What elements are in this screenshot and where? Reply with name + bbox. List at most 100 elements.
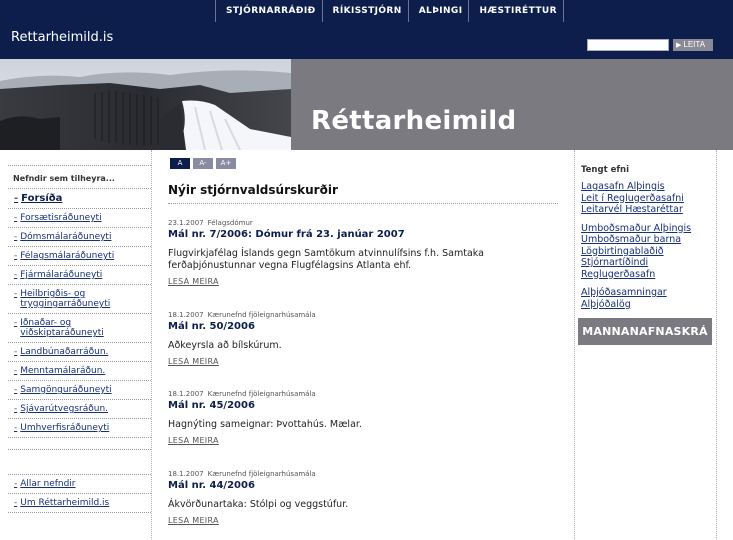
dash-marker: - [14, 232, 18, 242]
left-nav-item-label: Dómsmálaráðuneyti [20, 232, 112, 242]
left-nav-item-umhverfis[interactable]: - Umhverfisráðuneyti [8, 419, 151, 438]
left-nav-item-idnadar[interactable]: - Iðnaðar- og viðskiptaráðuneyti [8, 314, 151, 343]
entry-meta: 18.1.2007 Kærunefnd fjöleignarhúsamála [168, 390, 558, 398]
entry-title[interactable]: Mál nr. 44/2006 [168, 480, 558, 491]
left-nav: Nefndir sem tilheyra... - Forsíða - Forsæt… [8, 165, 151, 438]
dash-marker: - [14, 251, 18, 261]
site-logo[interactable]: Rettarheimild.is [11, 30, 113, 45]
nav-stjornarradid[interactable]: STJÓRNARRÁÐIÐ [215, 0, 322, 22]
left-nav-item-label: Landbúnaðarráðun. [20, 347, 109, 357]
read-more-link[interactable]: LESA MEIRA [168, 436, 558, 445]
dash-marker: - [14, 479, 18, 489]
right-edge-divider [716, 150, 717, 540]
dash-marker: - [14, 318, 18, 328]
dash-marker: - [14, 347, 18, 357]
mannanafnaskra-button[interactable]: MANNANAFNASKRÁ [578, 318, 712, 345]
left-nav-secondary: - Allar nefndir - Um Réttarheimild.is [8, 449, 151, 513]
entry-title[interactable]: Mál nr. 45/2006 [168, 400, 558, 411]
nav-althingi[interactable]: ALÞINGI [407, 0, 469, 22]
link-leit-reglugerdasafni[interactable]: Leit í Reglugerðasafni [581, 193, 716, 205]
entry-date: 18.1.2007 [168, 390, 204, 398]
nav-rikisstjorn[interactable]: RÍKISSTJÓRN [321, 0, 408, 22]
left-nav-item-label: Forsíða [21, 193, 63, 204]
dash-marker: - [14, 423, 18, 433]
entry-summary: Ákvörðunartaka: Stólpi og veggstúfur. [168, 499, 349, 510]
left-nav-spacer [8, 449, 151, 475]
news-entry: 23.1.2007 Félagsdómur Mál nr. 7/2006: Dóm… [168, 219, 558, 286]
entry-meta: 18.1.2007 Kærunefnd fjöleignarhúsamála [168, 470, 558, 478]
left-nav-item-label: Menntamálaráðun. [20, 366, 106, 376]
news-entry: 18.1.2007 Kærunefnd fjöleignarhúsamála Má… [168, 390, 558, 445]
left-nav-heading: Nefndir sem tilheyra... [8, 165, 151, 189]
link-lagasafn-althingis[interactable]: Lagasafn Alþingis [581, 181, 716, 193]
left-nav-item-label: Samgönguráðuneyti [20, 385, 112, 395]
dash-marker: - [14, 498, 18, 508]
link-althjodalog[interactable]: Alþjóðalög [581, 299, 716, 311]
entry-title[interactable]: Mál nr. 7/2006: Dómur frá 23. janúar 200… [168, 229, 558, 240]
font-size-larger-button[interactable]: A+ [216, 158, 236, 169]
read-more-link[interactable]: LESA MEIRA [168, 277, 558, 286]
left-nav-item-label: Allar nefndir [20, 479, 76, 489]
left-nav-item-landbunadar[interactable]: - Landbúnaðarráðun. [8, 343, 151, 362]
entry-category: Kærunefnd fjöleignarhúsamála [207, 470, 316, 478]
font-size-normal-button[interactable]: A [170, 158, 190, 169]
read-more-link[interactable]: LESA MEIRA [168, 357, 558, 366]
left-nav-item-allar-nefndir[interactable]: - Allar nefndir [8, 475, 151, 494]
left-nav-item-heilbrigdis[interactable]: - Heilbrigðis- og tryggingarráðuneyti [8, 285, 151, 314]
link-stjornartidindi[interactable]: Stjórnartíðindi [581, 257, 716, 269]
left-nav-item-fjarmalaraduneyti[interactable]: - Fjármálaráðuneyti [8, 266, 151, 285]
left-nav-item-um-rettarheimild[interactable]: - Um Réttarheimild.is [8, 494, 151, 513]
left-nav-item-label: Um Réttarheimild.is [20, 498, 110, 508]
left-nav-item-forsaetisraduneyti[interactable]: - Forsætisráðuneyti [8, 209, 151, 228]
link-group-spacer [581, 280, 716, 287]
left-nav-item-felagsmalaraduneyti[interactable]: - Félagsmálaráðuneyti [8, 247, 151, 266]
nav-haestirettur[interactable]: HÆSTIRÉTTUR [468, 0, 564, 22]
top-nav: STJÓRNARRÁÐIÐ RÍKISSTJÓRN ALÞINGI HÆSTIR… [215, 0, 564, 22]
link-group-spacer [581, 216, 716, 223]
dash-marker: - [14, 213, 18, 223]
font-size-controls: A A- A+ [170, 158, 236, 169]
link-althjodasamningar[interactable]: Alþjóðasamningar [581, 287, 716, 299]
link-logbirtingabladid[interactable]: Lögbirtingablaðið [581, 246, 716, 258]
main-content: Nýir stjórnvaldsúrskurðir [168, 183, 558, 204]
left-nav-item-forsida[interactable]: - Forsíða [8, 189, 151, 209]
entry-date: 18.1.2007 [168, 311, 204, 319]
banner-title: Réttarheimild [311, 106, 517, 136]
entry-category: Félagsdómur [207, 219, 253, 227]
dash-marker: - [14, 404, 18, 414]
entry-meta: 18.1.2007 Kærunefnd fjöleignarhúsamála [168, 311, 558, 319]
dash-marker: - [14, 270, 18, 280]
news-entry: 18.1.2007 Kærunefnd fjöleignarhúsamála Má… [168, 311, 558, 366]
entry-category: Kærunefnd fjöleignarhúsamála [207, 311, 316, 319]
right-column-divider [574, 150, 575, 540]
font-size-smaller-button[interactable]: A- [193, 158, 213, 169]
dash-marker: - [14, 366, 18, 376]
dash-marker: - [14, 193, 19, 204]
left-nav-item-label: Sjávarútvegsráðun. [20, 404, 109, 414]
entry-date: 23.1.2007 [168, 219, 204, 227]
left-nav-item-menntamala[interactable]: - Menntamálaráðun. [8, 362, 151, 381]
left-nav-item-label: Fjármálaráðuneyti [20, 270, 103, 280]
left-nav-item-label: Iðnaðar- og viðskiptaráðuneyti [20, 318, 104, 338]
search-input[interactable] [587, 39, 669, 51]
left-nav-item-domsmalaraduneyti[interactable]: - Dómsmálaráðuneyti [8, 228, 151, 247]
entry-meta: 23.1.2007 Félagsdómur [168, 219, 558, 227]
entry-title[interactable]: Mál nr. 50/2006 [168, 321, 558, 332]
link-leitarvel-haestarettar[interactable]: Leitarvél Hæstaréttar [581, 204, 716, 216]
link-umbodsmadur-althingis[interactable]: Umboðsmaður Alþingis [581, 223, 716, 235]
entry-summary: Hagnýting sameignar: Þvottahús. Mælar. [168, 419, 362, 430]
dash-marker: - [14, 289, 18, 299]
left-nav-item-sjavarutvegs[interactable]: - Sjávarútvegsráðun. [8, 400, 151, 419]
news-entry: 18.1.2007 Kærunefnd fjöleignarhúsamála Má… [168, 470, 558, 525]
left-column-divider [151, 150, 152, 540]
left-nav-item-label: Félagsmálaráðuneyti [20, 251, 115, 261]
link-umbodsmadur-barna[interactable]: Umboðsmaður barna [581, 234, 716, 246]
entry-summary: Flugvirkjafélag Íslands gegn Samtökum at… [168, 248, 484, 271]
link-reglugerdasafn[interactable]: Reglugerðasafn [581, 269, 716, 281]
left-nav-item-samgongu[interactable]: - Samgönguráðuneyti [8, 381, 151, 400]
banner [0, 59, 733, 150]
left-nav-item-label: Forsætisráðuneyti [20, 213, 102, 223]
read-more-link[interactable]: LESA MEIRA [168, 516, 558, 525]
search-button[interactable]: ▶ LEITA [673, 39, 713, 51]
page-title: Nýir stjórnvaldsúrskurðir [168, 183, 558, 204]
